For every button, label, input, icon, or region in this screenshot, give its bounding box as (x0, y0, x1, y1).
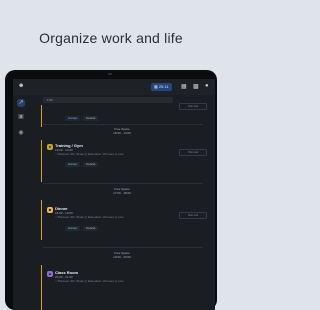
timeline-line (41, 140, 42, 182)
free-space-time: 19:00 - 20:00 (113, 255, 131, 259)
timeline: ▾ All Accept Cancel Hide task Free Space… (29, 95, 215, 310)
divider (43, 124, 203, 125)
task-meta: ○ Planned, 9th, Show ◎ Extended, 19 time… (55, 215, 124, 219)
accept-button[interactable]: Accept (65, 116, 81, 121)
person-add-icon[interactable]: ☻ (18, 83, 24, 89)
timeline-icon[interactable]: ↗ (17, 99, 25, 107)
hide-task-chip[interactable]: Hide task (179, 103, 207, 110)
grid-icon[interactable]: ▦ (181, 83, 187, 90)
top-bar: ☻ ▦ 25.11 ▦ ▩ ● (13, 79, 215, 95)
free-space-time: 17:00 - 18:00 (113, 191, 131, 195)
task-meta: ○ Planned, 9th, Show ◎ Extended, 19 time… (55, 279, 124, 283)
gym-icon: ● (47, 144, 53, 150)
accept-button[interactable]: Accept (65, 226, 81, 231)
task-meta: ○ Planned, 9th, Show ◎ Extended, 19 time… (55, 152, 124, 156)
hide-task-chip[interactable]: Hide task (179, 149, 207, 156)
hide-task-chip[interactable]: Hide task (179, 212, 207, 219)
settings-icon[interactable]: ◉ (17, 129, 25, 137)
cancel-button[interactable]: Cancel (83, 162, 99, 167)
app-screen: ☻ ▦ 25.11 ▦ ▩ ● ↗ ▣ ◉ ▾ All Accept Cance… (13, 79, 215, 310)
timeline-line (41, 200, 42, 240)
folder-icon[interactable]: ▣ (17, 113, 25, 121)
class-icon: ▲ (47, 271, 53, 277)
date-chip[interactable]: ▦ 25.11 (151, 83, 172, 91)
headline: Organize work and life (39, 30, 183, 46)
timeline-line (41, 265, 42, 310)
dinner-icon: ■ (47, 207, 53, 213)
divider (43, 183, 203, 184)
divider (43, 247, 203, 248)
filter-label: ▾ All (47, 98, 53, 102)
timeline-line (41, 105, 42, 127)
nav-rail: ↗ ▣ ◉ (13, 95, 29, 310)
cancel-button[interactable]: Cancel (83, 116, 99, 121)
camera-dot (108, 73, 112, 75)
filter-dropdown[interactable]: ▾ All (43, 97, 173, 103)
user-icon[interactable]: ● (205, 83, 209, 89)
cancel-button[interactable]: Cancel (83, 226, 99, 231)
free-space-time: 18:30 - 14:00 (113, 131, 131, 135)
tablet-device: ☻ ▦ 25.11 ▦ ▩ ● ↗ ▣ ◉ ▾ All Accept Cance… (5, 70, 217, 310)
accept-button[interactable]: Accept (65, 162, 81, 167)
calendar-icon[interactable]: ▩ (193, 83, 199, 90)
